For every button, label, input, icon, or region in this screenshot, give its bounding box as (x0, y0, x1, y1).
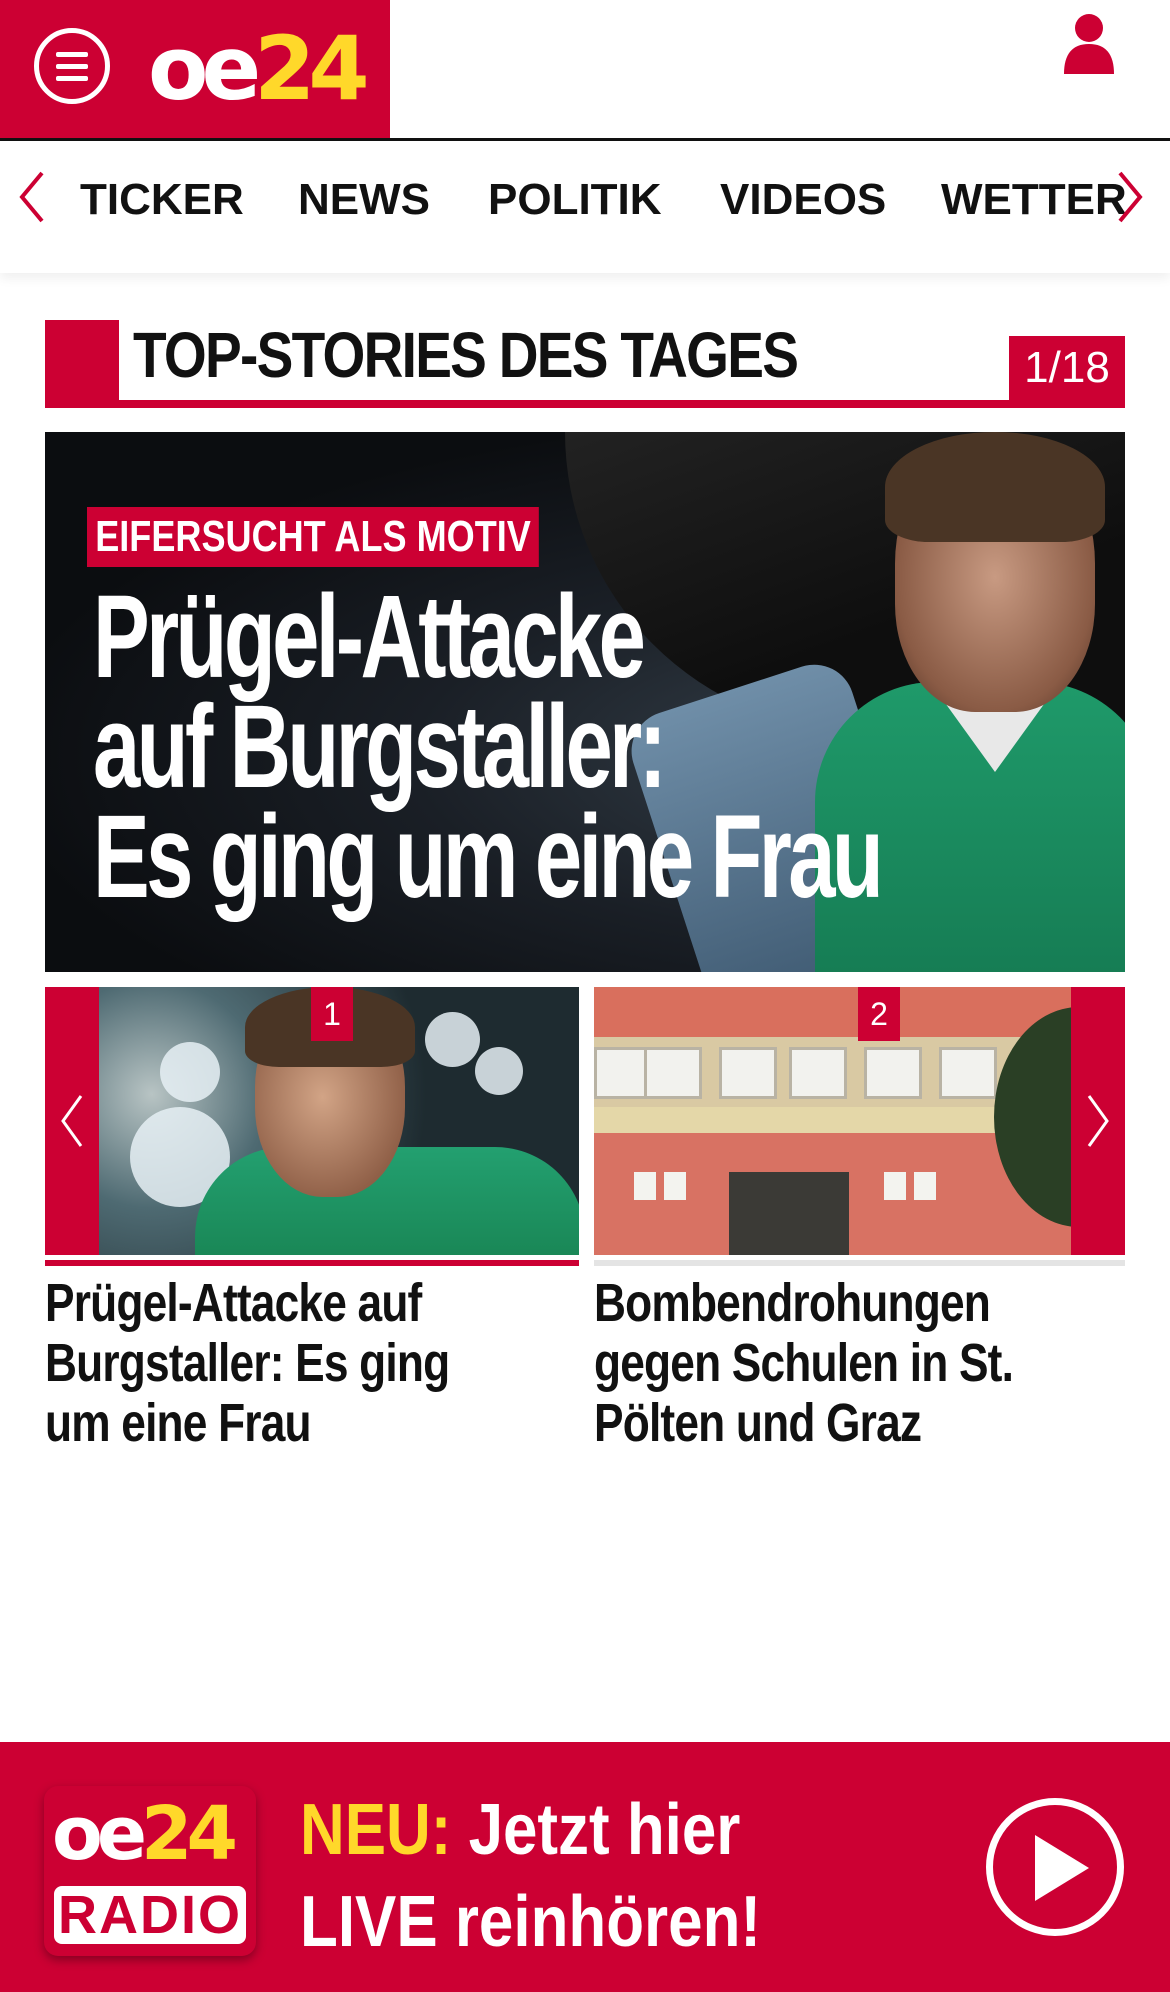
chevron-left-icon[interactable] (16, 169, 48, 225)
radio-line1-rest: Jetzt hier (451, 1790, 741, 1870)
slide-counter: 1/18 (1009, 336, 1125, 400)
nav-item-politik[interactable]: POLITIK (488, 175, 662, 225)
carousel-prev-button[interactable] (45, 987, 99, 1255)
nav-item-wetter[interactable]: WETTER (941, 175, 1127, 225)
section-accent-square (45, 320, 119, 408)
nav-item-ticker[interactable]: TICKER (80, 175, 244, 225)
radio-logo-oe-text: oe (52, 1791, 147, 1877)
building-small-window (884, 1172, 906, 1200)
radio-promo-line-2: LIVE reinhören! (300, 1882, 762, 1962)
building-entrance (729, 1172, 849, 1255)
play-icon[interactable] (986, 1798, 1124, 1936)
building-window (789, 1047, 847, 1099)
building-window (719, 1047, 777, 1099)
hamburger-menu-icon[interactable] (34, 28, 110, 104)
hero-kicker-tag: EIFERSUCHT ALS MOTIV (87, 507, 540, 567)
section-underline (45, 400, 1125, 408)
radio-neu-label: NEU: (300, 1790, 452, 1870)
story-thumbnail-2[interactable]: 2 (594, 987, 1125, 1255)
chevron-right-icon (1087, 1095, 1109, 1147)
story-number-badge: 1 (311, 987, 353, 1041)
active-story-indicator (45, 1260, 579, 1266)
radio-banner[interactable]: oe24 RADIO NEU: Jetzt hier LIVE reinhöre… (0, 1742, 1170, 1992)
radio-logo-label: RADIO (54, 1886, 246, 1944)
story-title-1[interactable]: Prügel-Attacke auf Burgstaller: Es ging … (45, 1273, 488, 1453)
brand-block: oe24 (0, 0, 390, 138)
section-header: TOP-STORIES DES TAGES 1/18 (45, 320, 1125, 408)
oe24-radio-logo: oe24 RADIO (44, 1786, 256, 1956)
story-number-badge: 2 (858, 987, 900, 1041)
hero-story[interactable]: EIFERSUCHT ALS MOTIV Prügel-Attacke auf … (45, 432, 1125, 972)
building-small-window (914, 1172, 936, 1200)
category-nav: TICKER NEWS POLITIK VIDEOS WETTER (0, 141, 1170, 273)
building-window (644, 1047, 702, 1099)
chevron-right-icon[interactable] (1114, 169, 1146, 225)
bokeh-light (425, 1012, 480, 1067)
hero-headline-line: auf Burgstaller: (93, 681, 667, 813)
nav-item-news[interactable]: NEWS (298, 175, 430, 225)
logo-oe-text: oe (148, 17, 261, 120)
carousel-next-button[interactable] (1071, 987, 1125, 1255)
building-small-window (634, 1172, 656, 1200)
radio-logo-oe24: oe24 (52, 1786, 238, 1884)
logo-24-text: 24 (254, 17, 369, 120)
hero-headline-line: Es ging um eine Frau (93, 791, 884, 923)
chevron-left-icon (61, 1095, 83, 1147)
user-account-icon[interactable] (1060, 12, 1118, 74)
radio-logo-24-text: 24 (141, 1791, 238, 1877)
radio-promo-line-1: NEU: Jetzt hier (300, 1784, 761, 1876)
hero-headline-line: Prügel-Attacke (93, 571, 646, 703)
building-small-window (664, 1172, 686, 1200)
play-triangle-icon (1035, 1835, 1089, 1901)
oe24-logo[interactable]: oe24 (148, 14, 370, 124)
building-window (864, 1047, 922, 1099)
story-thumbnail-1[interactable]: 1 (45, 987, 579, 1255)
radio-promo-text: NEU: Jetzt hier LIVE reinhören! (300, 1784, 761, 1968)
bokeh-light (475, 1047, 523, 1095)
bokeh-light (160, 1042, 220, 1102)
hero-headline: Prügel-Attacke auf Burgstaller: Es ging … (93, 571, 884, 923)
story-title-2[interactable]: Bombendrohungen gegen Schulen in St. Pöl… (594, 1273, 1037, 1453)
nav-item-videos[interactable]: VIDEOS (720, 175, 886, 225)
site-header: oe24 (0, 0, 1170, 141)
section-title: TOP-STORIES DES TAGES (133, 319, 799, 391)
inactive-story-indicator (594, 1260, 1125, 1266)
building-window (939, 1047, 997, 1099)
hero-image-hair (885, 432, 1105, 542)
